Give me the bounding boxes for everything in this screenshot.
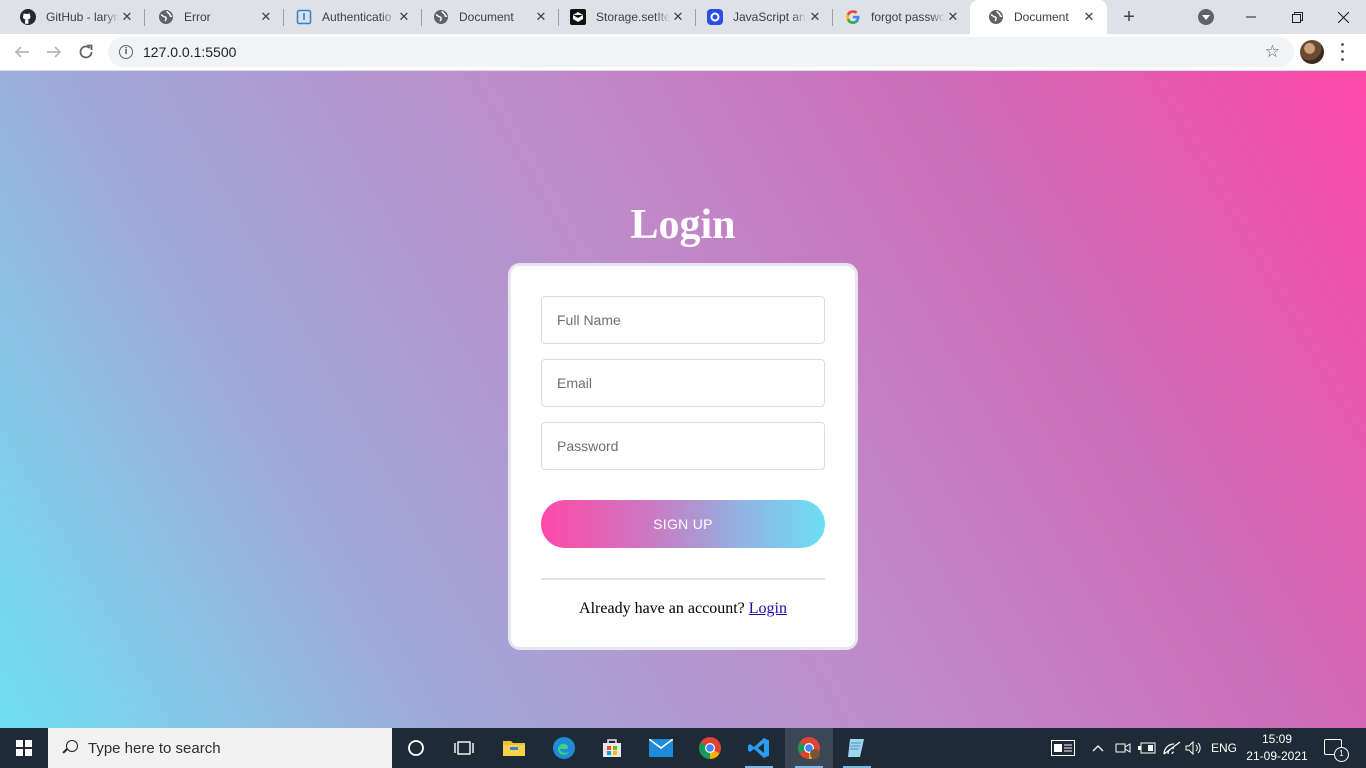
scrimba-icon [707,9,723,25]
cortana-icon[interactable] [392,728,440,768]
bookmark-star-icon[interactable]: ☆ [1265,42,1280,62]
google-icon [845,9,861,25]
windows-icon [16,740,32,756]
close-icon[interactable]: ✕ [119,9,135,25]
tab-title: Authenticatio [322,10,392,24]
divider [541,578,825,580]
globe-icon [433,9,449,25]
reload-button[interactable] [74,40,98,64]
mail-icon[interactable] [637,728,685,768]
close-icon[interactable]: ✕ [1081,9,1097,25]
tab-search-icon[interactable] [1198,9,1214,25]
start-button[interactable] [0,728,48,768]
close-window-button[interactable] [1320,0,1366,34]
codepen-icon [570,9,586,25]
login-prompt: Already have an account? Login [511,600,855,618]
browser-toolbar: i 127.0.0.1:5500 ☆ [0,34,1366,71]
edge-icon[interactable] [540,728,588,768]
tab-title: Document [1014,10,1069,24]
close-icon[interactable]: ✕ [807,9,823,25]
task-view-icon[interactable] [440,728,488,768]
news-icon[interactable] [1048,728,1078,768]
login-link[interactable]: Login [749,600,787,617]
reload-icon [79,44,93,59]
taskbar-search[interactable]: Type here to search [48,728,392,768]
profile-avatar[interactable] [1300,40,1324,64]
browser-menu-icon[interactable] [1338,41,1346,63]
login-prompt-text: Already have an account? [579,600,745,617]
globe-icon [988,9,1004,25]
github-icon [20,9,36,25]
clock-date: 21-09-2021 [1246,749,1308,763]
globe-icon [158,9,174,25]
tab-github[interactable]: GitHub - larym ✕ [2,0,145,34]
back-button[interactable] [10,40,34,64]
close-icon[interactable]: ✕ [670,9,686,25]
tab-javascript[interactable]: JavaScript and ✕ [689,0,833,34]
new-tab-button[interactable]: + [1118,7,1140,27]
close-icon[interactable]: ✕ [533,9,549,25]
restore-button[interactable] [1274,0,1320,34]
meet-now-icon[interactable] [1114,728,1132,768]
search-placeholder: Type here to search [88,739,221,757]
tab-title: JavaScript and [733,10,807,24]
tab-error[interactable]: Error ✕ [140,0,284,34]
forward-button[interactable] [42,40,66,64]
vscode-icon[interactable] [735,728,783,768]
close-icon[interactable]: ✕ [258,9,274,25]
battery-icon[interactable] [1137,728,1157,768]
back-arrow-icon [14,46,29,58]
chrome-profile-icon[interactable] [785,728,833,768]
full-name-field[interactable] [541,296,825,344]
address-bar[interactable]: i 127.0.0.1:5500 ☆ [108,37,1294,67]
forward-arrow-icon [47,46,62,58]
tab-authentication[interactable]: Authenticatio ✕ [278,0,422,34]
store-icon[interactable] [588,728,636,768]
tray-chevron-icon[interactable] [1090,728,1106,768]
notification-center-icon[interactable] [1324,739,1349,762]
close-icon[interactable]: ✕ [945,9,961,25]
close-icon[interactable]: ✕ [396,9,412,25]
system-clock[interactable]: 15:09 21-09-2021 [1244,731,1310,765]
tab-title: forgot passwo [871,10,945,24]
notepad-icon[interactable] [833,728,881,768]
tab-storage[interactable]: Storage.setIte ✕ [552,0,696,34]
taskbar: Type here to search ENG 15:09 21-09-2021… [0,728,1366,768]
email-field[interactable] [541,359,825,407]
tab-title: Error [184,10,211,24]
page-background: Login SIGN UP Already have an account? L… [0,71,1366,728]
minimize-button[interactable] [1228,0,1274,34]
tab-document-active[interactable]: Document ✕ [970,0,1107,34]
clock-time: 15:09 [1261,732,1293,746]
volume-icon[interactable] [1184,728,1204,768]
tab-title: Storage.setIte [596,10,670,24]
tab-title: GitHub - larym [46,10,119,24]
signup-button[interactable]: SIGN UP [541,500,825,548]
wifi-icon[interactable] [1162,728,1182,768]
language-indicator[interactable]: ENG [1208,728,1240,768]
chrome-icon[interactable] [686,728,734,768]
tab-title: Document [459,10,514,24]
password-field[interactable] [541,422,825,470]
tab-document-1[interactable]: Document ✕ [415,0,559,34]
url-text[interactable]: 127.0.0.1:5500 [143,44,236,60]
search-icon [62,740,78,756]
tab-strip: GitHub - larym ✕ Error ✕ Authenticatio ✕… [0,0,1366,34]
info-icon[interactable]: i [119,45,133,59]
page-title: Login [630,202,736,248]
signup-card: SIGN UP Already have an account? Login [508,263,858,650]
docs-icon [296,9,312,25]
file-explorer-icon[interactable] [490,728,538,768]
tab-forgot-password[interactable]: forgot passwo ✕ [827,0,971,34]
